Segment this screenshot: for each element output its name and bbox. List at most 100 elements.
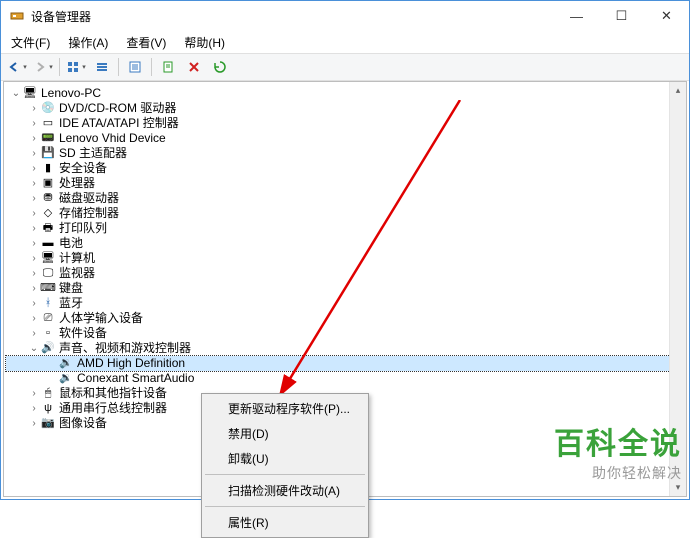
window-controls: — ☐ ✕ [554, 1, 689, 31]
tree-root[interactable]: ⌄ 🖥 Lenovo-PC [6, 86, 684, 101]
node-amd-hd-audio[interactable]: 🔉AMD High Definition [6, 356, 684, 371]
disk-icon: ⛃ [40, 192, 56, 206]
expand-icon[interactable]: › [28, 146, 40, 161]
vertical-scrollbar[interactable]: ▴ ▾ [669, 82, 686, 496]
scroll-down-button[interactable]: ▾ [670, 479, 686, 496]
menubar: 文件(F) 操作(A) 查看(V) 帮助(H) [1, 31, 689, 53]
cm-uninstall[interactable]: 卸载(U) [204, 446, 366, 471]
device-tree[interactable]: ⌄ 🖥 Lenovo-PC ›💿DVD/CD-ROM 驱动器 ›▭IDE ATA… [4, 82, 686, 435]
device-icon: 📟 [40, 132, 56, 146]
node-monitors[interactable]: ›🖵监视器 [6, 266, 684, 281]
expand-icon[interactable]: › [28, 266, 40, 281]
cm-properties[interactable]: 属性(R) [204, 510, 366, 535]
minimize-button[interactable]: — [554, 1, 599, 31]
expand-icon[interactable]: › [28, 401, 40, 416]
node-ide-ata[interactable]: ›▭IDE ATA/ATAPI 控制器 [6, 116, 684, 131]
monitor-icon: 🖵 [40, 267, 56, 281]
node-hid-devices[interactable]: ›⎚人体学输入设备 [6, 311, 684, 326]
printer-icon: 🖶 [40, 222, 56, 236]
node-dvd-cdrom[interactable]: ›💿DVD/CD-ROM 驱动器 [6, 101, 684, 116]
maximize-button[interactable]: ☐ [599, 1, 644, 31]
cpu-icon: ▣ [40, 177, 56, 191]
controller-icon: ▭ [40, 117, 56, 131]
expand-icon[interactable]: › [28, 281, 40, 296]
audio-icon: 🔊 [40, 342, 56, 356]
expand-icon[interactable]: › [28, 176, 40, 191]
pc-icon: 🖥 [40, 252, 56, 266]
security-icon: ▮ [40, 162, 56, 176]
toolbar-separator [151, 58, 152, 76]
bluetooth-icon: ᚼ [40, 297, 56, 311]
toolbar-separator [59, 58, 60, 76]
computer-icon: 🖥 [22, 87, 38, 101]
expand-icon[interactable]: › [28, 116, 40, 131]
view-list-button[interactable] [90, 56, 114, 78]
expand-icon[interactable]: › [28, 311, 40, 326]
node-sd-adapter[interactable]: ›💾SD 主适配器 [6, 146, 684, 161]
mouse-icon: 🖱 [40, 387, 56, 401]
context-menu: 更新驱动程序软件(P)... 禁用(D) 卸载(U) 扫描检测硬件改动(A) 属… [201, 393, 369, 538]
expand-icon[interactable]: › [28, 416, 40, 431]
cm-separator [205, 474, 365, 475]
view-grid-button[interactable] [64, 56, 88, 78]
node-bluetooth[interactable]: ›ᚼ蓝牙 [6, 296, 684, 311]
node-processors[interactable]: ›▣处理器 [6, 176, 684, 191]
usb-icon: ψ [40, 402, 56, 416]
back-button[interactable] [5, 56, 29, 78]
expand-icon[interactable]: › [28, 131, 40, 146]
cm-disable[interactable]: 禁用(D) [204, 421, 366, 446]
menu-help[interactable]: 帮助(H) [180, 32, 229, 53]
node-disk-drives[interactable]: ›⛃磁盘驱动器 [6, 191, 684, 206]
refresh-button[interactable] [156, 56, 180, 78]
menu-file[interactable]: 文件(F) [7, 32, 54, 53]
delete-button[interactable] [182, 56, 206, 78]
expand-icon[interactable]: › [28, 221, 40, 236]
node-audio-controllers[interactable]: ⌄🔊声音、视频和游戏控制器 [6, 341, 684, 356]
expand-icon[interactable]: › [28, 101, 40, 116]
expand-icon[interactable]: › [28, 161, 40, 176]
toolbar [1, 53, 689, 81]
hid-icon: ⎚ [40, 312, 56, 326]
software-icon: ▫ [40, 327, 56, 341]
node-software-devices[interactable]: ›▫软件设备 [6, 326, 684, 341]
speaker-icon: 🔉 [58, 357, 74, 371]
battery-icon: ▬ [40, 237, 56, 251]
app-icon [9, 8, 25, 24]
forward-button[interactable] [31, 56, 55, 78]
keyboard-icon: ⌨ [40, 282, 56, 296]
close-button[interactable]: ✕ [644, 1, 689, 31]
toolbar-separator [118, 58, 119, 76]
node-keyboards[interactable]: ›⌨键盘 [6, 281, 684, 296]
window-title: 设备管理器 [31, 8, 554, 25]
menu-view[interactable]: 查看(V) [122, 32, 170, 53]
properties-button[interactable] [123, 56, 147, 78]
node-storage-controllers[interactable]: ›◇存储控制器 [6, 206, 684, 221]
cm-separator [205, 506, 365, 507]
cm-scan-changes[interactable]: 扫描检测硬件改动(A) [204, 478, 366, 503]
expand-icon[interactable]: › [28, 386, 40, 401]
titlebar: 设备管理器 — ☐ ✕ [1, 1, 689, 31]
node-lenovo-vhid[interactable]: ›📟Lenovo Vhid Device [6, 131, 684, 146]
collapse-icon[interactable]: ⌄ [10, 86, 22, 101]
node-security-devices[interactable]: ›▮安全设备 [6, 161, 684, 176]
node-batteries[interactable]: ›▬电池 [6, 236, 684, 251]
node-computer[interactable]: ›🖥计算机 [6, 251, 684, 266]
disc-icon: 💿 [40, 102, 56, 116]
expand-icon[interactable]: › [28, 236, 40, 251]
expand-icon[interactable]: › [28, 206, 40, 221]
menu-action[interactable]: 操作(A) [64, 32, 112, 53]
cm-update-driver[interactable]: 更新驱动程序软件(P)... [204, 396, 366, 421]
expand-icon[interactable]: › [28, 251, 40, 266]
expand-icon[interactable]: › [28, 326, 40, 341]
sd-icon: 💾 [40, 147, 56, 161]
scan-hardware-button[interactable] [208, 56, 232, 78]
root-label: Lenovo-PC [41, 86, 101, 101]
camera-icon: 📷 [40, 417, 56, 431]
scroll-up-button[interactable]: ▴ [670, 82, 686, 99]
speaker-icon: 🔉 [58, 372, 74, 386]
node-conexant-audio[interactable]: 🔉Conexant SmartAudio [6, 371, 684, 386]
node-print-queues[interactable]: ›🖶打印队列 [6, 221, 684, 236]
collapse-icon[interactable]: ⌄ [28, 341, 40, 356]
expand-icon[interactable]: › [28, 191, 40, 206]
expand-icon[interactable]: › [28, 296, 40, 311]
